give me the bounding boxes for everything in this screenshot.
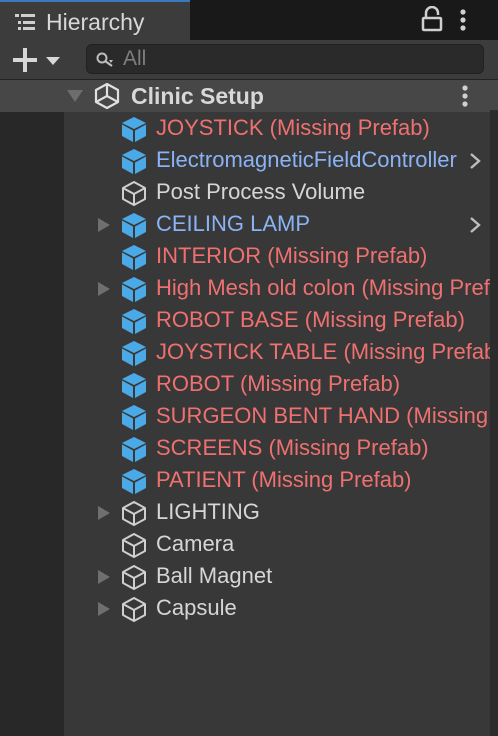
hierarchy-item[interactable]: PATIENT (Missing Prefab)	[64, 464, 498, 496]
hierarchy-item-label: SCREENS (Missing Prefab)	[156, 435, 429, 460]
hierarchy-item-label: INTERIOR (Missing Prefab)	[156, 243, 428, 268]
hierarchy-item[interactable]: ElectromagneticFieldController	[64, 144, 498, 176]
hierarchy-item-label: Camera	[156, 531, 235, 556]
hierarchy-item[interactable]: SCREENS (Missing Prefab)	[64, 432, 498, 464]
hierarchy-item-label: ROBOT BASE (Missing Prefab)	[156, 307, 465, 332]
open-prefab-chevron-icon[interactable]	[468, 216, 482, 234]
hierarchy-item-label: JOYSTICK TABLE (Missing Prefab)	[156, 339, 498, 364]
prefab-cube-icon	[122, 341, 146, 366]
expand-arrow-icon[interactable]	[96, 569, 112, 585]
hierarchy-item[interactable]: CEILING LAMP	[64, 208, 498, 240]
expand-arrow-icon[interactable]	[96, 281, 112, 297]
search-field[interactable]	[86, 44, 484, 74]
gameobject-cube-icon	[122, 501, 146, 526]
prefab-cube-icon	[122, 117, 146, 142]
open-prefab-chevron-icon[interactable]	[468, 152, 482, 170]
list-icon	[15, 14, 35, 30]
scene-row[interactable]: Clinic Setup	[0, 80, 498, 112]
scene-menu-icon[interactable]	[458, 84, 472, 108]
hierarchy-item[interactable]: JOYSTICK TABLE (Missing Prefab)	[64, 336, 498, 368]
prefab-cube-icon	[122, 373, 146, 398]
hierarchy-item-label: ROBOT (Missing Prefab)	[156, 371, 401, 396]
lock-icon[interactable]	[421, 6, 443, 32]
hierarchy-item[interactable]: LIGHTING	[64, 496, 498, 528]
expanded-arrow-icon[interactable]	[66, 89, 84, 103]
hierarchy-item[interactable]: Capsule	[64, 592, 498, 624]
hierarchy-item-label: Post Process Volume	[156, 179, 366, 204]
hierarchy-item-label: JOYSTICK (Missing Prefab)	[156, 115, 430, 140]
hierarchy-item-label: PATIENT (Missing Prefab)	[156, 467, 412, 492]
chevron-down-icon	[46, 57, 60, 65]
hierarchy-item[interactable]: INTERIOR (Missing Prefab)	[64, 240, 498, 272]
expand-arrow-icon[interactable]	[96, 505, 112, 521]
hierarchy-item-label: ElectromagneticFieldController	[156, 147, 457, 172]
hierarchy-item-label: CEILING LAMP	[156, 211, 311, 236]
tab-hierarchy[interactable]: Hierarchy	[0, 0, 190, 40]
hierarchy-item[interactable]: Camera	[64, 528, 498, 560]
prefab-cube-icon	[122, 245, 146, 270]
hierarchy-item[interactable]: Ball Magnet	[64, 560, 498, 592]
tab-bar: Hierarchy	[0, 0, 498, 40]
gameobject-cube-icon	[122, 597, 146, 622]
scrollbar[interactable]	[490, 110, 498, 736]
scene-name: Clinic Setup	[131, 83, 264, 109]
hierarchy-item-label: LIGHTING	[156, 499, 260, 524]
search-icon	[96, 52, 113, 67]
hierarchy-item[interactable]: SURGEON BENT HAND (Missing Prefab)	[64, 400, 498, 432]
hierarchy-item[interactable]: ROBOT BASE (Missing Prefab)	[64, 304, 498, 336]
prefab-cube-icon	[122, 149, 146, 174]
hierarchy-item[interactable]: High Mesh old colon (Missing Prefab)	[64, 272, 498, 304]
search-input[interactable]	[123, 47, 463, 71]
gameobject-cube-icon	[122, 181, 146, 206]
add-object-button[interactable]	[8, 44, 68, 76]
hierarchy-toolbar	[0, 40, 498, 80]
prefab-cube-icon	[122, 437, 146, 462]
expand-arrow-icon[interactable]	[96, 601, 112, 617]
expand-arrow-icon[interactable]	[96, 217, 112, 233]
hierarchy-item-label: Capsule	[156, 595, 237, 620]
hierarchy-item[interactable]: ROBOT (Missing Prefab)	[64, 368, 498, 400]
hierarchy-item-label: SURGEON BENT HAND (Missing Prefab)	[156, 403, 498, 428]
hierarchy-item-label: Ball Magnet	[156, 563, 273, 588]
more-options-icon[interactable]	[456, 8, 470, 32]
tab-title: Hierarchy	[46, 9, 145, 35]
hierarchy-item-label: High Mesh old colon (Missing Prefab)	[156, 275, 498, 300]
hierarchy-tree: Clinic Setup JOYSTICK (Missing Prefab) El…	[0, 80, 498, 736]
hierarchy-item[interactable]: JOYSTICK (Missing Prefab)	[64, 112, 498, 144]
prefab-cube-icon	[122, 469, 146, 494]
gameobject-cube-icon	[122, 533, 146, 558]
gameobject-cube-icon	[122, 565, 146, 590]
prefab-cube-icon	[122, 213, 146, 238]
unity-scene-icon	[94, 82, 120, 110]
prefab-cube-icon	[122, 309, 146, 334]
indent-gutter	[0, 110, 64, 736]
prefab-cube-icon	[122, 277, 146, 302]
prefab-cube-icon	[122, 405, 146, 430]
hierarchy-item[interactable]: Post Process Volume	[64, 176, 498, 208]
